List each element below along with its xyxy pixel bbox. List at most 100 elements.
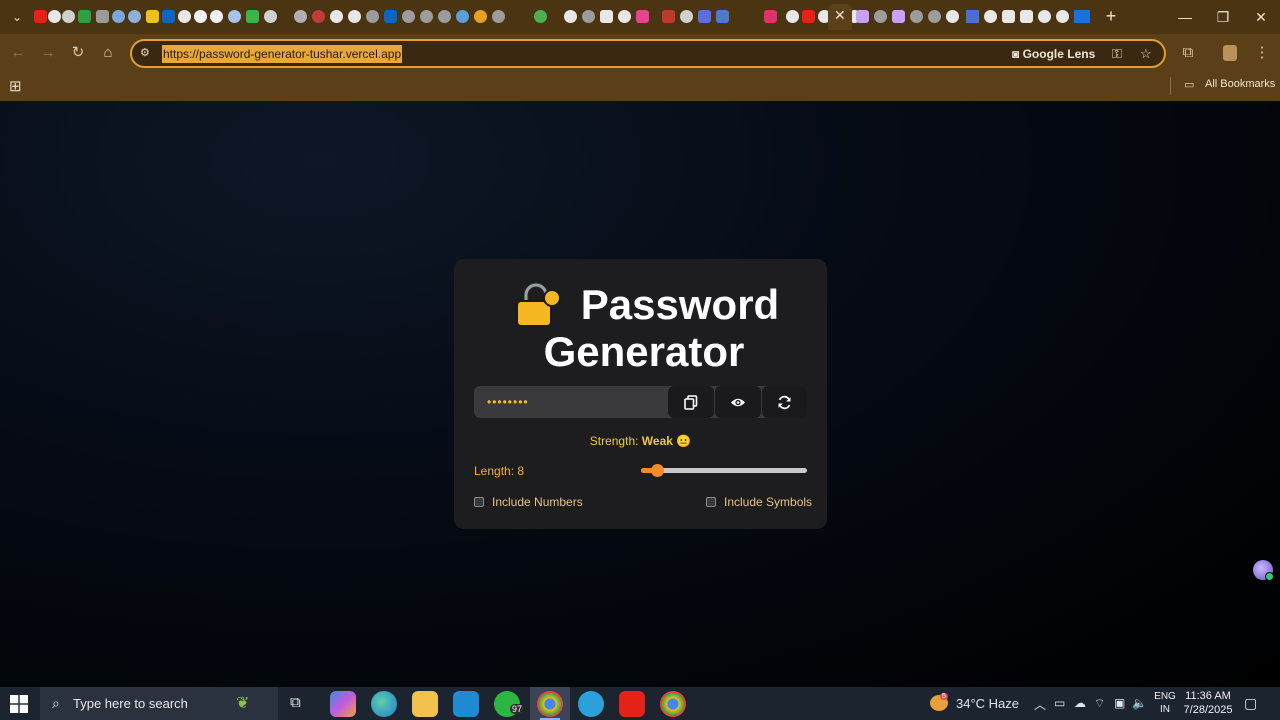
- bookmark-star-icon[interactable]: ☆: [1140, 45, 1152, 63]
- tab-icon[interactable]: [662, 10, 675, 23]
- tab-icon[interactable]: [312, 10, 325, 23]
- tab-icon[interactable]: [636, 10, 649, 23]
- tab-icon[interactable]: [786, 10, 799, 23]
- tab-icon[interactable]: [698, 10, 711, 23]
- tab-icon[interactable]: [966, 10, 979, 23]
- close-window-icon[interactable]: ✕: [1238, 0, 1280, 34]
- tab-icon[interactable]: [856, 10, 869, 23]
- tab-icon[interactable]: [1020, 10, 1033, 23]
- google-tab-icon[interactable]: [348, 10, 361, 23]
- password-key-icon[interactable]: ⚿: [1112, 45, 1122, 63]
- edge-icon[interactable]: [371, 691, 397, 717]
- youtube-tab-icon[interactable]: [34, 10, 47, 23]
- tab-strip-right[interactable]: [856, 10, 1092, 24]
- password-field[interactable]: [474, 386, 668, 418]
- tab-icon[interactable]: [680, 10, 693, 23]
- include-numbers-option[interactable]: Include Numbers: [474, 495, 583, 509]
- linkedin-tab-icon[interactable]: [384, 10, 397, 23]
- tab-icon[interactable]: [294, 10, 307, 23]
- windows-start-icon[interactable]: [10, 695, 28, 713]
- all-bookmarks-link[interactable]: All Bookmarks: [1205, 78, 1275, 91]
- github-tab-icon[interactable]: [1056, 10, 1069, 23]
- google-tab-icon[interactable]: [48, 10, 61, 23]
- taskbar-search-box[interactable]: ⌕ Type here to search ❦: [40, 687, 278, 720]
- tab-icon[interactable]: [474, 10, 487, 23]
- github-tab-icon[interactable]: [618, 10, 631, 23]
- side-assistant-avatar[interactable]: [1253, 560, 1274, 581]
- youtube-icon[interactable]: [619, 691, 645, 717]
- tab-icon[interactable]: [420, 10, 433, 23]
- tab-icon[interactable]: [146, 10, 159, 23]
- reload-icon[interactable]: ↻: [66, 41, 90, 65]
- include-symbols-option[interactable]: Include Symbols: [706, 495, 812, 509]
- url-text[interactable]: https://password-generator-tushar.vercel…: [162, 45, 403, 63]
- chrome-icon[interactable]: [537, 691, 563, 717]
- onedrive-icon[interactable]: ☁: [1074, 696, 1086, 710]
- file-explorer-icon[interactable]: [412, 691, 438, 717]
- home-icon[interactable]: ⌂: [96, 41, 120, 65]
- github-tab-icon[interactable]: [178, 10, 191, 23]
- linkedin-tab-icon[interactable]: [162, 10, 175, 23]
- task-view-icon[interactable]: ⧉: [290, 694, 301, 711]
- new-tab-button[interactable]: +: [1100, 4, 1122, 28]
- weather-text[interactable]: 34°C Haze: [956, 696, 1019, 711]
- battery-icon[interactable]: ▭: [1054, 696, 1065, 710]
- tab-icon[interactable]: [1074, 10, 1090, 23]
- tab-icon[interactable]: [1038, 10, 1051, 23]
- close-tab-icon[interactable]: ✕: [834, 7, 846, 24]
- site-info-icon[interactable]: ⚙: [140, 46, 150, 59]
- chrome-icon[interactable]: [660, 691, 686, 717]
- menu-kebab-icon[interactable]: ⋮: [1250, 41, 1274, 65]
- copilot-icon[interactable]: [330, 691, 356, 717]
- tab-icon[interactable]: [128, 10, 141, 23]
- tab-icon[interactable]: [246, 10, 259, 23]
- tab-icon[interactable]: [716, 10, 729, 23]
- extensions-icon[interactable]: ⧉: [1176, 41, 1200, 65]
- tab-icon[interactable]: [534, 10, 547, 23]
- copy-button[interactable]: [668, 386, 714, 418]
- wifi-icon[interactable]: ⌔: [1094, 696, 1105, 711]
- tab-icon[interactable]: [600, 10, 613, 23]
- vscode-icon[interactable]: [453, 691, 479, 717]
- tab-icon[interactable]: [984, 10, 997, 23]
- tab-icon[interactable]: [438, 10, 451, 23]
- tab-icon[interactable]: [910, 10, 923, 23]
- google-tab-icon[interactable]: [330, 10, 343, 23]
- volume-icon[interactable]: 🔈: [1132, 696, 1147, 710]
- profile-avatar[interactable]: [1218, 41, 1242, 65]
- tab-icon[interactable]: [928, 10, 941, 23]
- apps-grid-icon[interactable]: ⊞: [9, 77, 22, 95]
- telegram-icon[interactable]: [578, 691, 604, 717]
- tab-icon[interactable]: [112, 10, 125, 23]
- tab-icon[interactable]: [874, 10, 887, 23]
- language-indicator[interactable]: ENG IN: [1152, 690, 1178, 716]
- length-slider[interactable]: [641, 464, 807, 477]
- include-numbers-checkbox[interactable]: [474, 497, 484, 507]
- green-tab-icon[interactable]: [78, 10, 91, 23]
- back-arrow-icon[interactable]: ←: [6, 41, 30, 65]
- system-clock[interactable]: 11:36 AM 7/28/2025: [1180, 689, 1236, 717]
- tab-icon[interactable]: [96, 10, 109, 23]
- network-icon[interactable]: ▣: [1114, 696, 1125, 710]
- forward-arrow-icon[interactable]: →: [36, 41, 60, 65]
- heart-tab-icon[interactable]: [194, 10, 207, 23]
- tab-icon[interactable]: [946, 10, 959, 23]
- toggle-visibility-button[interactable]: [715, 386, 761, 418]
- tab-icon[interactable]: [264, 10, 277, 23]
- tab-icon[interactable]: [892, 10, 905, 23]
- tab-icon[interactable]: [366, 10, 379, 23]
- tab-icon[interactable]: [582, 10, 595, 23]
- tab-icon[interactable]: [492, 10, 505, 23]
- tab-icon[interactable]: [402, 10, 415, 23]
- notifications-icon[interactable]: ▢: [1244, 695, 1257, 712]
- regenerate-button[interactable]: [762, 386, 807, 418]
- heart-tab-icon[interactable]: [210, 10, 223, 23]
- tab-icon[interactable]: [1002, 10, 1015, 23]
- github-tab-icon[interactable]: [564, 10, 577, 23]
- google-lens-button[interactable]: ◙ Google Lens: [1012, 45, 1095, 63]
- show-hidden-icons-chevron[interactable]: ︿: [1034, 696, 1046, 713]
- instagram-tab-icon[interactable]: [764, 10, 777, 23]
- tab-icon[interactable]: [456, 10, 469, 23]
- address-bar[interactable]: ⚙ https://password-generator-tushar.verc…: [130, 39, 1166, 68]
- github-tab-icon[interactable]: [62, 10, 75, 23]
